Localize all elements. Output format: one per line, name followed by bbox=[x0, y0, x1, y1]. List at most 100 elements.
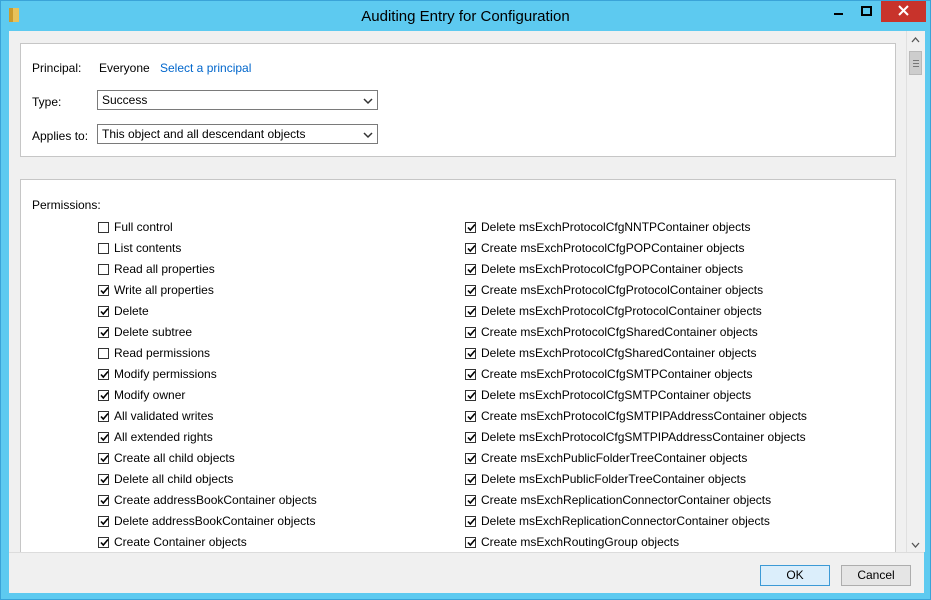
permission-item[interactable]: Full control bbox=[98, 218, 173, 236]
checkmark-icon bbox=[100, 433, 109, 441]
permission-checkbox[interactable] bbox=[98, 494, 109, 506]
permission-checkbox[interactable] bbox=[98, 515, 109, 527]
permission-checkbox[interactable] bbox=[465, 515, 476, 527]
permission-label: All validated writes bbox=[114, 409, 214, 423]
permissions-label: Permissions: bbox=[32, 198, 101, 212]
permission-checkbox[interactable] bbox=[98, 389, 109, 401]
permission-item[interactable]: Delete addressBookContainer objects bbox=[98, 512, 315, 530]
permission-checkbox[interactable] bbox=[98, 410, 109, 422]
principal-value: Everyone bbox=[99, 61, 150, 75]
vertical-scrollbar[interactable] bbox=[906, 31, 925, 552]
permission-checkbox[interactable] bbox=[465, 494, 476, 506]
permission-label: Create msExchReplicationConnectorContain… bbox=[481, 493, 772, 507]
chevron-down-icon bbox=[363, 95, 373, 105]
permission-item[interactable]: Create msExchProtocolCfgPOPContainer obj… bbox=[465, 239, 744, 257]
permission-item[interactable]: Create msExchProtocolCfgSMTPIPAddressCon… bbox=[465, 407, 807, 425]
permission-label: List contents bbox=[114, 241, 182, 255]
permission-checkbox[interactable] bbox=[465, 263, 476, 275]
permission-item[interactable]: Create msExchRoutingGroup objects bbox=[465, 533, 679, 551]
select-principal-link[interactable]: Select a principal bbox=[160, 61, 251, 75]
maximize-button[interactable] bbox=[853, 1, 880, 22]
permission-item[interactable]: Delete msExchPublicFolderTreeContainer o… bbox=[465, 470, 746, 488]
permission-checkbox[interactable] bbox=[465, 536, 476, 548]
permission-item[interactable]: Delete all child objects bbox=[98, 470, 233, 488]
permission-checkbox[interactable] bbox=[98, 305, 109, 317]
permission-item[interactable]: All extended rights bbox=[98, 428, 213, 446]
permission-item[interactable]: Modify owner bbox=[98, 386, 185, 404]
minimize-button[interactable] bbox=[826, 1, 852, 22]
permission-item[interactable]: Delete bbox=[98, 302, 149, 320]
permission-item[interactable]: Delete msExchReplicationConnectorContain… bbox=[465, 512, 770, 530]
scroll-down-button[interactable] bbox=[907, 536, 924, 552]
permission-item[interactable]: Delete subtree bbox=[98, 323, 192, 341]
permission-label: Create msExchProtocolCfgSMTPContainer ob… bbox=[481, 367, 753, 381]
permission-checkbox[interactable] bbox=[465, 473, 476, 485]
permission-item[interactable]: Modify permissions bbox=[98, 365, 217, 383]
permission-checkbox[interactable] bbox=[465, 221, 476, 233]
permission-checkbox[interactable] bbox=[465, 242, 476, 254]
minimize-icon bbox=[834, 5, 844, 19]
permission-item[interactable]: Create msExchProtocolCfgSharedContainer … bbox=[465, 323, 758, 341]
ok-button[interactable]: OK bbox=[760, 565, 830, 586]
permission-item[interactable]: Create msExchPublicFolderTreeContainer o… bbox=[465, 449, 747, 467]
maximize-icon bbox=[861, 5, 872, 19]
permission-label: Create addressBookContainer objects bbox=[114, 493, 317, 507]
permission-checkbox[interactable] bbox=[465, 347, 476, 359]
permission-checkbox[interactable] bbox=[98, 326, 109, 338]
title-bar[interactable]: Auditing Entry for Configuration bbox=[1, 1, 930, 31]
permission-label: Delete msExchProtocolCfgSharedContainer … bbox=[481, 346, 757, 360]
permission-label: Modify owner bbox=[114, 388, 186, 402]
permission-label: Create msExchRoutingGroup objects bbox=[481, 535, 680, 549]
permission-checkbox[interactable] bbox=[98, 452, 109, 464]
permission-item[interactable]: Delete msExchProtocolCfgSMTPContainer ob… bbox=[465, 386, 751, 404]
cancel-button[interactable]: Cancel bbox=[841, 565, 911, 586]
permission-item[interactable]: Delete msExchProtocolCfgProtocolContaine… bbox=[465, 302, 762, 320]
chevron-down-icon bbox=[363, 129, 373, 139]
permission-checkbox[interactable] bbox=[465, 305, 476, 317]
permission-item[interactable]: Delete msExchProtocolCfgSMTPIPAddressCon… bbox=[465, 428, 806, 446]
permission-item[interactable]: Create all child objects bbox=[98, 449, 235, 467]
permission-item[interactable]: Create msExchProtocolCfgSMTPContainer ob… bbox=[465, 365, 752, 383]
permission-item[interactable]: Read all properties bbox=[98, 260, 215, 278]
permission-checkbox[interactable] bbox=[98, 431, 109, 443]
scroll-thumb[interactable] bbox=[909, 51, 922, 75]
permission-item[interactable]: Write all properties bbox=[98, 281, 214, 299]
permission-checkbox[interactable] bbox=[465, 389, 476, 401]
permission-checkbox[interactable] bbox=[98, 242, 109, 254]
permission-checkbox[interactable] bbox=[98, 473, 109, 485]
permission-item[interactable]: Delete msExchProtocolCfgNNTPContainer ob… bbox=[465, 218, 750, 236]
permission-checkbox[interactable] bbox=[98, 263, 109, 275]
permission-checkbox[interactable] bbox=[98, 536, 109, 548]
permission-checkbox[interactable] bbox=[465, 410, 476, 422]
checkmark-icon bbox=[467, 391, 476, 399]
permission-item[interactable]: Create Container objects bbox=[98, 533, 247, 551]
permission-item[interactable]: Delete msExchProtocolCfgSharedContainer … bbox=[465, 344, 756, 362]
permission-checkbox[interactable] bbox=[465, 284, 476, 296]
permission-item[interactable]: Create msExchReplicationConnectorContain… bbox=[465, 491, 771, 509]
permission-item[interactable]: All validated writes bbox=[98, 407, 213, 425]
permission-checkbox[interactable] bbox=[98, 368, 109, 380]
checkmark-icon bbox=[467, 328, 476, 336]
permission-item[interactable]: Create msExchProtocolCfgProtocolContaine… bbox=[465, 281, 763, 299]
close-button[interactable] bbox=[881, 1, 926, 22]
permission-item[interactable]: List contents bbox=[98, 239, 181, 257]
permission-checkbox[interactable] bbox=[465, 326, 476, 338]
permission-item[interactable]: Delete msExchProtocolCfgPOPContainer obj… bbox=[465, 260, 743, 278]
type-dropdown[interactable]: Success bbox=[97, 90, 378, 110]
permission-label: Delete all child objects bbox=[114, 472, 234, 486]
checkmark-icon bbox=[467, 475, 476, 483]
permission-label: Delete msExchProtocolCfgPOPContainer obj… bbox=[481, 262, 744, 276]
permission-checkbox[interactable] bbox=[98, 221, 109, 233]
permission-checkbox[interactable] bbox=[465, 368, 476, 380]
permission-label: Create msExchProtocolCfgProtocolContaine… bbox=[481, 283, 764, 297]
permission-item[interactable]: Create addressBookContainer objects bbox=[98, 491, 317, 509]
applies-to-dropdown[interactable]: This object and all descendant objects bbox=[97, 124, 378, 144]
window-title: Auditing Entry for Configuration bbox=[361, 8, 570, 25]
checkmark-icon bbox=[467, 265, 476, 273]
permission-item[interactable]: Read permissions bbox=[98, 344, 210, 362]
permission-checkbox[interactable] bbox=[98, 347, 109, 359]
permission-checkbox[interactable] bbox=[465, 431, 476, 443]
permission-checkbox[interactable] bbox=[98, 284, 109, 296]
permission-checkbox[interactable] bbox=[465, 452, 476, 464]
scroll-up-button[interactable] bbox=[907, 31, 924, 47]
